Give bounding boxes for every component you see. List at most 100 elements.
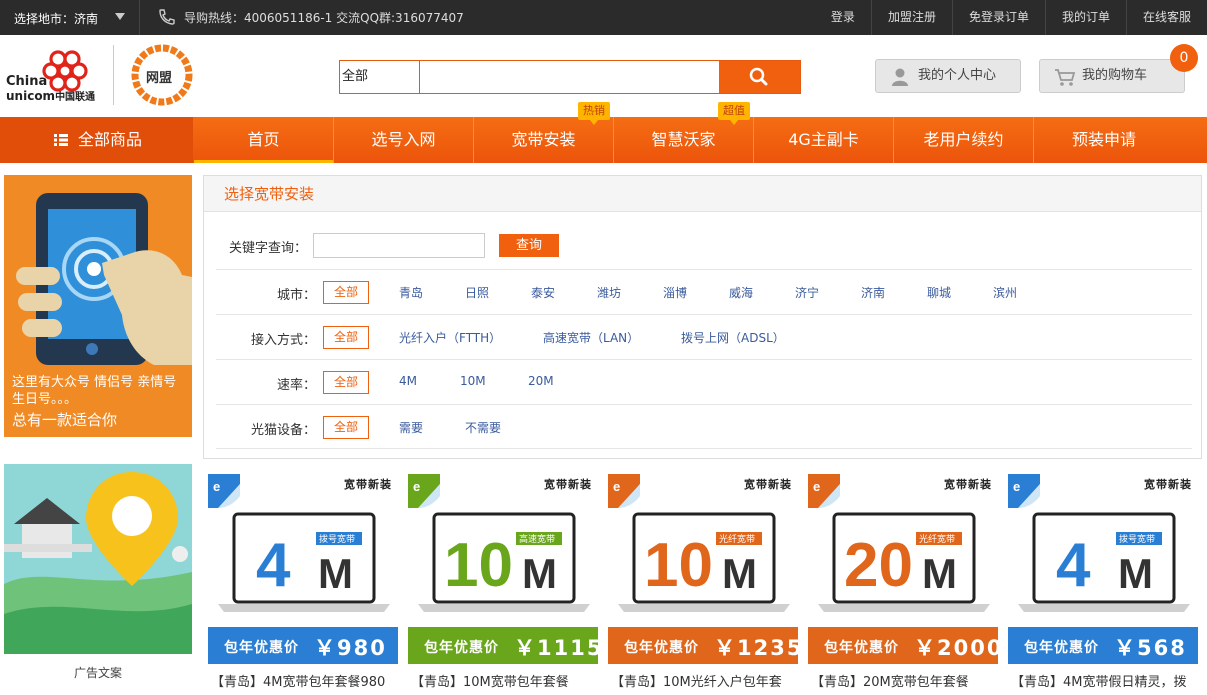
wangmeng-logo[interactable]: 网盟 xyxy=(130,43,194,107)
nav-item-renewal[interactable]: 老用户续约 xyxy=(894,117,1034,163)
nav-item-label: 宽带安装 xyxy=(511,130,576,149)
product-image: e 宽带新装 10 M 光纤宽带 xyxy=(608,474,798,627)
nav-item-home[interactable]: 首页 xyxy=(194,117,334,163)
filter-option-all-selected[interactable]: 全部 xyxy=(323,416,369,439)
nav-item-label: 老用户续约 xyxy=(923,130,1004,149)
logo-divider xyxy=(113,45,114,105)
city-selector[interactable]: 选择地市：济南 xyxy=(0,0,140,35)
filter-option[interactable]: 潍坊 xyxy=(597,284,621,301)
keyword-query-button[interactable]: 查询 xyxy=(499,234,559,257)
cart-icon xyxy=(1055,69,1076,86)
search-button[interactable] xyxy=(719,61,800,93)
online-service-link[interactable]: 在线客服 xyxy=(1125,0,1207,35)
china-unicom-logo[interactable]: China unicom中国联通 xyxy=(6,47,106,103)
filter-option-all-selected[interactable]: 全部 xyxy=(323,281,369,304)
svg-text:M: M xyxy=(722,550,757,597)
filter-option[interactable]: 4M xyxy=(399,374,417,388)
login-link[interactable]: 登录 xyxy=(815,0,871,35)
phone-touch-illustration xyxy=(16,193,192,365)
location-ad-banner[interactable] xyxy=(4,464,192,654)
value-badge: 超值 xyxy=(718,102,750,125)
filter-option[interactable]: 济南 xyxy=(861,284,885,301)
product-card[interactable]: e 宽带新装 10 M 光纤宽带 包年优惠价 ￥1235 【青岛】10M光纤入户… xyxy=(608,474,801,695)
filter-option[interactable]: 淄博 xyxy=(663,284,687,301)
filter-option[interactable]: 10M xyxy=(460,374,486,388)
filter-option[interactable]: 20M xyxy=(528,374,554,388)
personal-center-button[interactable]: 我的个人中心 xyxy=(875,59,1021,93)
filter-option[interactable]: 高速宽带（LAN） xyxy=(543,329,639,346)
nav-item-broadband[interactable]: 宽带安装 热销 xyxy=(474,102,614,163)
ad1-text-line1: 这里有大众号 情侣号 亲情号 生日号。。。 xyxy=(12,375,177,407)
product-card[interactable]: e 宽带新装 10 M 高速宽带 包年优惠价 ￥1115 【青岛】10M宽带包年… xyxy=(408,474,601,695)
filter-row-modem: 光猫设备： 全部 需要 不需要 xyxy=(216,404,1192,449)
guest-order-link[interactable]: 免登录订单 xyxy=(951,0,1045,35)
my-orders-link[interactable]: 我的订单 xyxy=(1044,0,1126,35)
filter-option[interactable]: 光纤入户（FTTH） xyxy=(399,329,501,346)
register-link[interactable]: 加盟注册 xyxy=(870,0,952,35)
filter-row-speed: 速率： 全部 4M 10M 20M xyxy=(216,359,1192,404)
svg-text:4: 4 xyxy=(256,531,291,600)
filter-option[interactable]: 滨州 xyxy=(993,284,1017,301)
corner-label: 宽带新装 xyxy=(1144,478,1192,491)
product-image: e 宽带新装 4 M 拨号宽带 xyxy=(208,474,398,627)
svg-text:M: M xyxy=(522,550,557,597)
filter-option[interactable]: 聊城 xyxy=(927,284,951,301)
wangmeng-text: 网盟 xyxy=(146,71,173,86)
product-title[interactable]: 【青岛】10M宽带包年套餐 xyxy=(411,671,601,690)
product-title[interactable]: 【青岛】4M宽带包年套餐980 xyxy=(211,671,401,690)
price-value: ￥568 xyxy=(1114,636,1187,660)
filter-option[interactable]: 日照 xyxy=(465,284,489,301)
keyword-input[interactable] xyxy=(313,233,485,258)
all-products-menu[interactable]: 全部商品 xyxy=(0,117,193,163)
price-bar: 包年优惠价 ￥568 xyxy=(1008,627,1198,664)
corner-label: 宽带新装 xyxy=(744,478,792,491)
filter-option-all-selected[interactable]: 全部 xyxy=(323,326,369,349)
search-input[interactable] xyxy=(421,61,719,93)
filter-option[interactable]: 泰安 xyxy=(531,284,555,301)
laptop-icon: 10 M 高速宽带 xyxy=(418,512,590,612)
product-title[interactable]: 【青岛】20M宽带包年套餐 xyxy=(811,671,1001,690)
hotline-text: 导购热线：4006051186-1 交流QQ群:316077407 xyxy=(184,11,464,25)
laptop-icon: 4 M 拨号宽带 xyxy=(218,512,390,612)
filter-option[interactable]: 拨号上网（ADSL） xyxy=(681,329,785,346)
svg-text:10: 10 xyxy=(644,531,713,600)
nav-item-select-number[interactable]: 选号入网 xyxy=(334,117,474,163)
e-tag-icon: e xyxy=(608,474,640,508)
filter-row-city: 城市： 全部 青岛 日照 泰安 潍坊 淄博 威海 济宁 济南 聊城 滨州 xyxy=(216,269,1192,314)
filter-option[interactable]: 济宁 xyxy=(795,284,819,301)
nav-item-label: 预装申请 xyxy=(1071,130,1136,149)
corner-label: 宽带新装 xyxy=(544,478,592,491)
product-card[interactable]: e 宽带新装 20 M 光纤宽带 包年优惠价 ￥2000 【青岛】20M宽带包年… xyxy=(808,474,1001,695)
product-title[interactable]: 【青岛】10M光纤入户包年套 xyxy=(611,671,801,690)
price-label: 包年优惠价 xyxy=(824,640,899,656)
nav-item-preinstall[interactable]: 预装申请 xyxy=(1034,117,1174,163)
svg-text:4: 4 xyxy=(1056,531,1091,600)
product-card[interactable]: e 宽带新装 4 M 拨号宽带 包年优惠价 ￥980 【青岛】4M宽带包年套餐9… xyxy=(208,474,398,695)
filter-row-access: 接入方式： 全部 光纤入户（FTTH） 高速宽带（LAN） 拨号上网（ADSL） xyxy=(216,314,1192,359)
filter-option-all-selected[interactable]: 全部 xyxy=(323,371,369,394)
map-pin-illustration xyxy=(4,464,192,654)
filter-option[interactable]: 不需要 xyxy=(465,419,501,436)
filter-option[interactable]: 青岛 xyxy=(399,284,423,301)
svg-text:M: M xyxy=(922,550,957,597)
filter-option[interactable]: 需要 xyxy=(399,419,423,436)
price-bar: 包年优惠价 ￥2000 xyxy=(808,627,1001,664)
product-title[interactable]: 【青岛】4M宽带假日精灵，拨 xyxy=(1011,671,1201,690)
broadband-filter-panel: 选择宽带安装 关键字查询： 查询 城市： 全部 青岛 日照 泰安 潍坊 淄博 威… xyxy=(203,175,1202,459)
price-bar: 包年优惠价 ￥980 xyxy=(208,627,398,664)
filter-label: 速率： xyxy=(276,378,316,393)
price-label: 包年优惠价 xyxy=(424,640,499,656)
top-links: 登录 加盟注册 免登录订单 我的订单 在线客服 xyxy=(815,0,1207,35)
price-label: 包年优惠价 xyxy=(624,640,699,656)
e-tag-icon: e xyxy=(408,474,440,508)
filter-option[interactable]: 威海 xyxy=(729,284,753,301)
number-ad-banner[interactable]: 这里有大众号 情侣号 亲情号 生日号。。。 总有一款适合你 xyxy=(4,175,192,437)
nav-item-4g-card[interactable]: 4G主副卡 超值 xyxy=(718,102,894,163)
svg-text:光纤宽带: 光纤宽带 xyxy=(719,533,755,545)
keyword-label: 关键字查询： xyxy=(229,241,308,256)
ad2-caption: 广告文案 xyxy=(73,666,122,680)
cart-button[interactable]: 我的购物车 xyxy=(1039,59,1185,93)
caret-down-icon xyxy=(115,13,125,20)
search-category-select[interactable]: 全部 xyxy=(340,61,420,93)
product-card[interactable]: e 宽带新装 4 M 拨号宽带 包年优惠价 ￥568 【青岛】4M宽带假日精灵，… xyxy=(1008,474,1198,695)
